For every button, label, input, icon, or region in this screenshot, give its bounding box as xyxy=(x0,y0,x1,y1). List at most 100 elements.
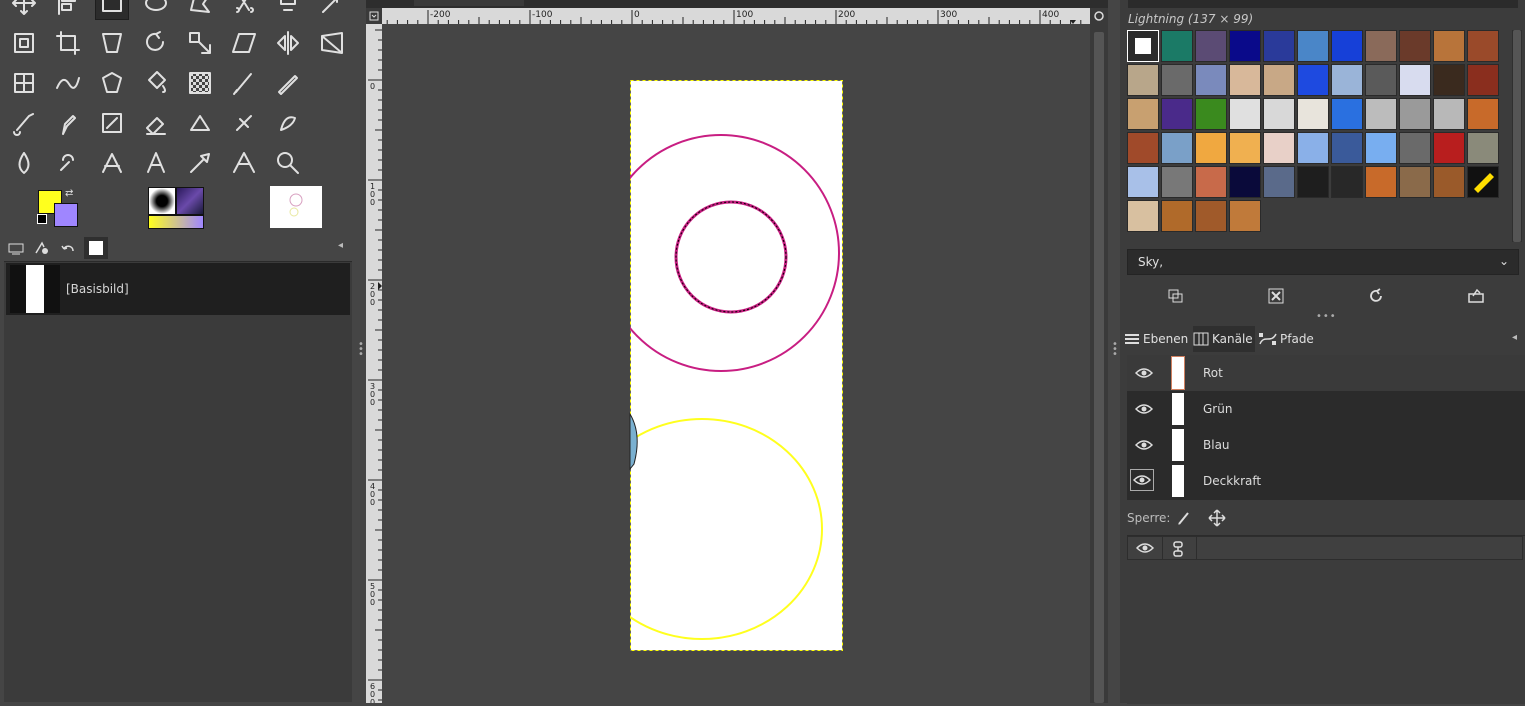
pattern-swatch[interactable] xyxy=(1399,98,1431,130)
gradient-preview[interactable] xyxy=(148,215,204,229)
pencil-tool[interactable] xyxy=(271,66,305,100)
fuzzy-select-tool[interactable] xyxy=(315,0,349,20)
tab-paths[interactable]: Pfade xyxy=(1259,326,1317,352)
free-select-tool[interactable] xyxy=(183,0,217,20)
canvas-area[interactable] xyxy=(382,24,1090,703)
lock-pixels-toggle[interactable] xyxy=(1176,510,1192,529)
eraser-tool[interactable] xyxy=(139,106,173,140)
image-list-item[interactable] xyxy=(6,263,350,315)
pattern-swatch[interactable] xyxy=(1297,132,1329,164)
pattern-scrollbar-thumb[interactable] xyxy=(1513,30,1521,242)
pattern-swatch[interactable] xyxy=(1161,166,1193,198)
pattern-swatch[interactable] xyxy=(1161,30,1193,62)
delete-pattern-button[interactable] xyxy=(1264,285,1288,307)
duplicate-pattern-button[interactable] xyxy=(1164,285,1188,307)
pattern-swatch[interactable] xyxy=(1127,132,1159,164)
move-tool[interactable] xyxy=(7,0,41,20)
dock-separator-handle[interactable]: • • • xyxy=(358,340,364,360)
pattern-swatch[interactable] xyxy=(1297,166,1329,198)
pattern-swatch[interactable] xyxy=(1331,166,1363,198)
channel-row-grün[interactable]: Grün xyxy=(1127,391,1525,427)
active-image-preview[interactable] xyxy=(270,186,322,228)
channel-visibility-toggle[interactable] xyxy=(1134,438,1154,455)
pattern-swatch[interactable] xyxy=(1229,64,1261,96)
pattern-scrollbar[interactable] xyxy=(1512,30,1522,242)
warp-transform-tool[interactable] xyxy=(51,66,85,100)
brush-preview[interactable] xyxy=(148,187,176,215)
vertical-scrollbar-thumb[interactable] xyxy=(1094,32,1104,703)
tab-layers[interactable]: Ebenen xyxy=(1124,326,1190,352)
pattern-swatch[interactable] xyxy=(1467,98,1499,130)
pattern-swatch[interactable] xyxy=(1127,64,1159,96)
zoom-toggle-button[interactable] xyxy=(1090,8,1108,24)
rect-select-tool[interactable] xyxy=(95,0,129,20)
chain-column-icon[interactable] xyxy=(1172,541,1184,560)
pattern-swatch[interactable] xyxy=(1365,30,1397,62)
pattern-swatch[interactable] xyxy=(1195,30,1227,62)
pattern-preview[interactable] xyxy=(176,187,204,215)
pattern-swatch[interactable] xyxy=(1433,132,1465,164)
channel-row-blau[interactable]: Blau xyxy=(1127,427,1525,463)
vertical-scrollbar[interactable] xyxy=(1090,24,1108,703)
pattern-swatch[interactable] xyxy=(1365,98,1397,130)
pattern-swatch[interactable] xyxy=(1161,64,1193,96)
channel-visibility-toggle[interactable] xyxy=(1130,469,1154,491)
pattern-swatch[interactable] xyxy=(1297,98,1329,130)
pattern-swatch[interactable] xyxy=(1127,98,1159,130)
channel-row-deckkraft[interactable]: Deckkraft xyxy=(1127,463,1525,499)
pattern-swatch[interactable] xyxy=(1331,132,1363,164)
ink-tool[interactable] xyxy=(51,106,85,140)
dodge-burn-tool[interactable] xyxy=(51,146,85,180)
pattern-swatch[interactable] xyxy=(1433,64,1465,96)
panel-menu-icon[interactable]: ◂ xyxy=(338,240,343,251)
pattern-swatch[interactable] xyxy=(1331,64,1363,96)
pattern-swatch[interactable] xyxy=(1127,30,1159,62)
quick-mask-menu-button[interactable] xyxy=(366,8,382,24)
unified-transform-tool[interactable] xyxy=(95,26,129,60)
perspective-tool[interactable] xyxy=(315,26,349,60)
dock-resize-handle[interactable]: ••• xyxy=(1316,311,1337,322)
pattern-swatch[interactable] xyxy=(1365,132,1397,164)
scissors-select-tool[interactable] xyxy=(227,0,261,20)
pattern-swatch[interactable] xyxy=(1229,132,1261,164)
flip-tool[interactable] xyxy=(271,26,305,60)
pattern-swatch[interactable] xyxy=(1467,30,1499,62)
swap-colors-icon[interactable]: ⇄ xyxy=(65,188,73,199)
pattern-swatch[interactable] xyxy=(1161,200,1193,232)
pattern-swatch[interactable] xyxy=(1229,166,1261,198)
pattern-swatch[interactable] xyxy=(1399,166,1431,198)
by-color-select-tool[interactable] xyxy=(7,26,41,60)
crop-tool[interactable] xyxy=(51,26,85,60)
channel-visibility-toggle[interactable] xyxy=(1134,366,1154,383)
pattern-swatch[interactable] xyxy=(1433,98,1465,130)
pattern-swatch[interactable] xyxy=(1195,166,1227,198)
pattern-swatch[interactable] xyxy=(1365,166,1397,198)
lock-position-toggle[interactable] xyxy=(1208,509,1226,530)
pattern-swatch[interactable] xyxy=(1467,166,1499,198)
blend-tool[interactable] xyxy=(183,66,217,100)
color-picker-tool[interactable] xyxy=(183,146,217,180)
pattern-swatch[interactable] xyxy=(1195,64,1227,96)
scale-tool[interactable] xyxy=(183,26,217,60)
tab-tool-options[interactable] xyxy=(4,237,28,259)
right-dock-separator-handle[interactable]: • • • xyxy=(1112,340,1118,360)
pattern-swatch[interactable] xyxy=(1467,64,1499,96)
pattern-swatch[interactable] xyxy=(1433,166,1465,198)
dock-menu-icon[interactable]: ◂ xyxy=(1512,332,1517,343)
rotate-tool[interactable] xyxy=(139,26,173,60)
pattern-swatch[interactable] xyxy=(1263,64,1295,96)
horizontal-ruler[interactable]: -200 -100 0 100 200 300 400 xyxy=(382,8,1090,24)
pattern-swatch[interactable] xyxy=(1399,30,1431,62)
pattern-swatch[interactable] xyxy=(1195,98,1227,130)
align-tool[interactable] xyxy=(51,0,85,20)
pattern-swatch[interactable] xyxy=(1263,30,1295,62)
pattern-swatch[interactable] xyxy=(1433,30,1465,62)
pattern-swatch[interactable] xyxy=(1263,132,1295,164)
default-colors-icon[interactable] xyxy=(37,214,47,224)
tab-channels[interactable]: Kanäle xyxy=(1193,326,1255,352)
airbrush-tool[interactable] xyxy=(7,106,41,140)
channel-visibility-toggle[interactable] xyxy=(1134,402,1154,419)
pattern-swatch[interactable] xyxy=(1195,132,1227,164)
smudge-tool[interactable] xyxy=(271,106,305,140)
open-pattern-button[interactable] xyxy=(1464,285,1488,307)
